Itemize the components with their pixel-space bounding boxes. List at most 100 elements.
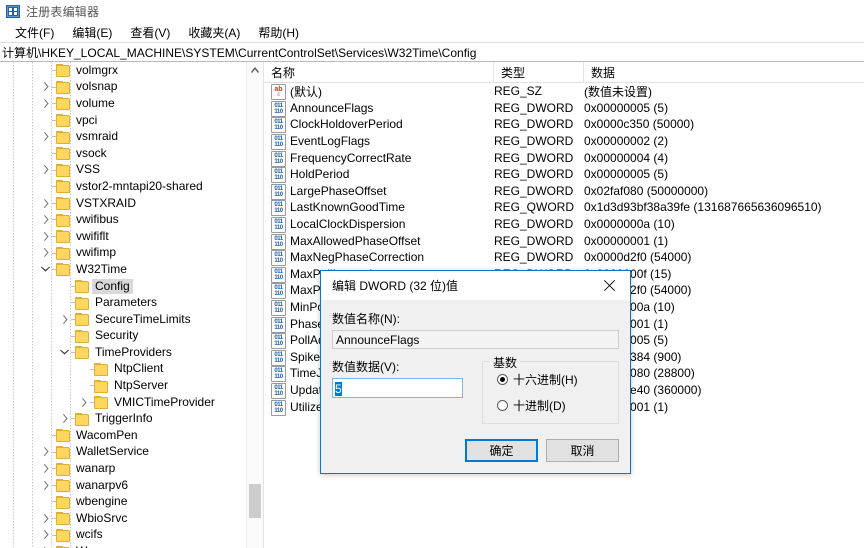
ok-button[interactable]: 确定 (465, 439, 538, 462)
table-row[interactable]: 011 110 LastKnownGoodTime REG_QWORD 0x1d3d93… (264, 199, 864, 217)
folder-icon (75, 280, 89, 294)
cancel-button[interactable]: 取消 (546, 439, 619, 462)
tree-item[interactable]: W32Time (0, 261, 247, 278)
tree-item[interactable]: VSTXRAID (0, 195, 247, 212)
chevron-right-icon[interactable] (39, 95, 52, 111)
chevron-right-icon[interactable] (39, 477, 52, 493)
tree-item[interactable]: volume (0, 95, 247, 112)
chevron-down-icon[interactable] (58, 344, 71, 360)
tree-item[interactable]: SecureTimeLimits (0, 311, 247, 328)
value-data-input[interactable]: 5 (332, 378, 463, 398)
radio-hexadecimal[interactable]: 十六进制(H) (497, 371, 618, 388)
table-row[interactable]: 011 110 MaxNegPhaseCorrection REG_DWORD 0x00… (264, 249, 864, 267)
menu-help[interactable]: 帮助(H) (249, 23, 308, 42)
tree-item[interactable]: VSS (0, 162, 247, 179)
chevron-right-icon[interactable] (39, 544, 52, 548)
tree-item[interactable]: WacomPen (0, 427, 247, 444)
address-bar[interactable]: 计算机\HKEY_LOCAL_MACHINE\SYSTEM\CurrentCon… (0, 42, 864, 62)
tree-item-label: WacomPen (76, 427, 138, 442)
folder-icon (56, 479, 70, 493)
table-row[interactable]: 011 110 EventLogFlags REG_DWORD 0x00000002 (… (264, 133, 864, 151)
chevron-right-icon[interactable] (39, 228, 52, 244)
reg-dword-icon: 011 110 (270, 233, 286, 250)
tree-scroll-thumb[interactable] (249, 484, 261, 518)
registry-tree[interactable]: volmgrx volsnap volume vpci vsmraid vsock VSS v… (0, 62, 247, 548)
chevron-right-icon[interactable] (39, 212, 52, 228)
tree-item[interactable]: vwifimp (0, 245, 247, 262)
column-header-data[interactable]: 数据 (584, 62, 864, 82)
tree-item[interactable]: wcifs (0, 527, 247, 544)
table-row[interactable]: 011 110 AnnounceFlags REG_DWORD 0x00000005 (… (264, 100, 864, 117)
tree-item[interactable]: vsmraid (0, 128, 247, 145)
reg-dword-icon: 011 110 (270, 382, 286, 399)
tree-item[interactable]: vstor2-mntapi20-shared (0, 178, 247, 195)
table-row[interactable]: 011 110 MaxAllowedPhaseOffset REG_DWORD 0x00… (264, 232, 864, 250)
tree-item[interactable]: WalletService (0, 444, 247, 461)
reg-dword-icon: 011 110 (270, 366, 286, 383)
dialog-title-bar: 编辑 DWORD (32 位)值 (321, 271, 630, 300)
tree-item-label: vwififlt (76, 228, 109, 243)
tree-item[interactable]: TimeProviders (0, 344, 247, 361)
menu-view[interactable]: 查看(V) (121, 23, 179, 42)
tree-item[interactable]: Parameters (0, 294, 247, 311)
tree-item[interactable]: WbioSrvc (0, 510, 247, 527)
value-name: EventLogFlags (290, 134, 371, 149)
tree-item[interactable]: NtpServer (0, 377, 247, 394)
tree-item[interactable]: vpci (0, 112, 247, 129)
column-header-name[interactable]: 名称 (264, 62, 494, 82)
tree-item[interactable]: wanarp (0, 460, 247, 477)
chevron-right-icon[interactable] (58, 311, 71, 327)
menu-favorites[interactable]: 收藏夹(A) (179, 23, 249, 42)
tree-vertical-scrollbar[interactable] (246, 62, 263, 548)
tree-item[interactable]: wbengine (0, 493, 247, 510)
tree-item[interactable]: Security (0, 328, 247, 345)
folder-icon (56, 147, 70, 161)
chevron-right-icon[interactable] (39, 444, 52, 460)
chevron-right-icon[interactable] (39, 195, 52, 211)
tree-item-label: volume (76, 95, 115, 110)
value-data: 0x00000002 (2) (584, 134, 669, 149)
tree-item-label: VMICTimeProvider (114, 394, 215, 409)
chevron-right-icon[interactable] (39, 245, 52, 261)
table-row[interactable]: 011 110 HoldPeriod REG_DWORD 0x00000005 (5) (264, 166, 864, 184)
chevron-right-icon[interactable] (58, 411, 71, 427)
radio-decimal[interactable]: 十进制(D) (497, 397, 618, 414)
folder-icon (94, 379, 108, 393)
tree-item[interactable]: vwifibus (0, 211, 247, 228)
chevron-right-icon[interactable] (39, 461, 52, 477)
tree-item[interactable]: Wcmsvc (0, 543, 247, 548)
tree-item[interactable]: vsock (0, 145, 247, 162)
table-row[interactable]: 011 110 LocalClockDispersion REG_DWORD 0x000… (264, 216, 864, 234)
folder-icon (56, 495, 70, 509)
chevron-down-icon[interactable] (39, 261, 52, 277)
tree-item[interactable]: volsnap (0, 79, 247, 96)
column-header-type[interactable]: 类型 (494, 62, 584, 82)
tree-item-label: TimeProviders (95, 344, 172, 359)
tree-item[interactable]: TriggerInfo (0, 410, 247, 427)
tree-item[interactable]: VMICTimeProvider (0, 394, 247, 411)
folder-icon (75, 329, 89, 343)
value-data: 0x00000005 (5) (584, 100, 669, 115)
tree-item[interactable]: wanarpv6 (0, 477, 247, 494)
close-icon[interactable] (589, 272, 630, 300)
table-row[interactable]: 011 110 ClockHoldoverPeriod REG_DWORD 0x0000… (264, 116, 864, 134)
menu-edit[interactable]: 编辑(E) (63, 23, 121, 42)
chevron-right-icon[interactable] (39, 510, 52, 526)
chevron-right-icon[interactable] (77, 394, 90, 410)
tree-item-selected[interactable]: Config (0, 278, 247, 295)
tree-item[interactable]: volmgrx (0, 62, 247, 79)
value-name-input[interactable]: AnnounceFlags (332, 330, 619, 349)
chevron-right-icon[interactable] (39, 79, 52, 95)
tree-item[interactable]: vwififlt (0, 228, 247, 245)
chevron-right-icon[interactable] (39, 129, 52, 145)
chevron-right-icon[interactable] (39, 527, 52, 543)
value-data: 0x00000005 (5) (584, 167, 669, 182)
folder-icon (56, 445, 70, 459)
scroll-up-arrow[interactable] (247, 62, 263, 78)
table-row[interactable]: 011 110 LargePhaseOffset REG_DWORD 0x02faf08… (264, 183, 864, 200)
chevron-right-icon[interactable] (39, 162, 52, 178)
menu-file[interactable]: 文件(F) (6, 23, 63, 42)
table-row[interactable]: 011 110 FrequencyCorrectRate REG_DWORD 0x000… (264, 149, 864, 167)
table-row[interactable]: ab ≡ (默认) REG_SZ (数值未设置) (264, 83, 864, 101)
tree-item[interactable]: NtpClient (0, 361, 247, 378)
